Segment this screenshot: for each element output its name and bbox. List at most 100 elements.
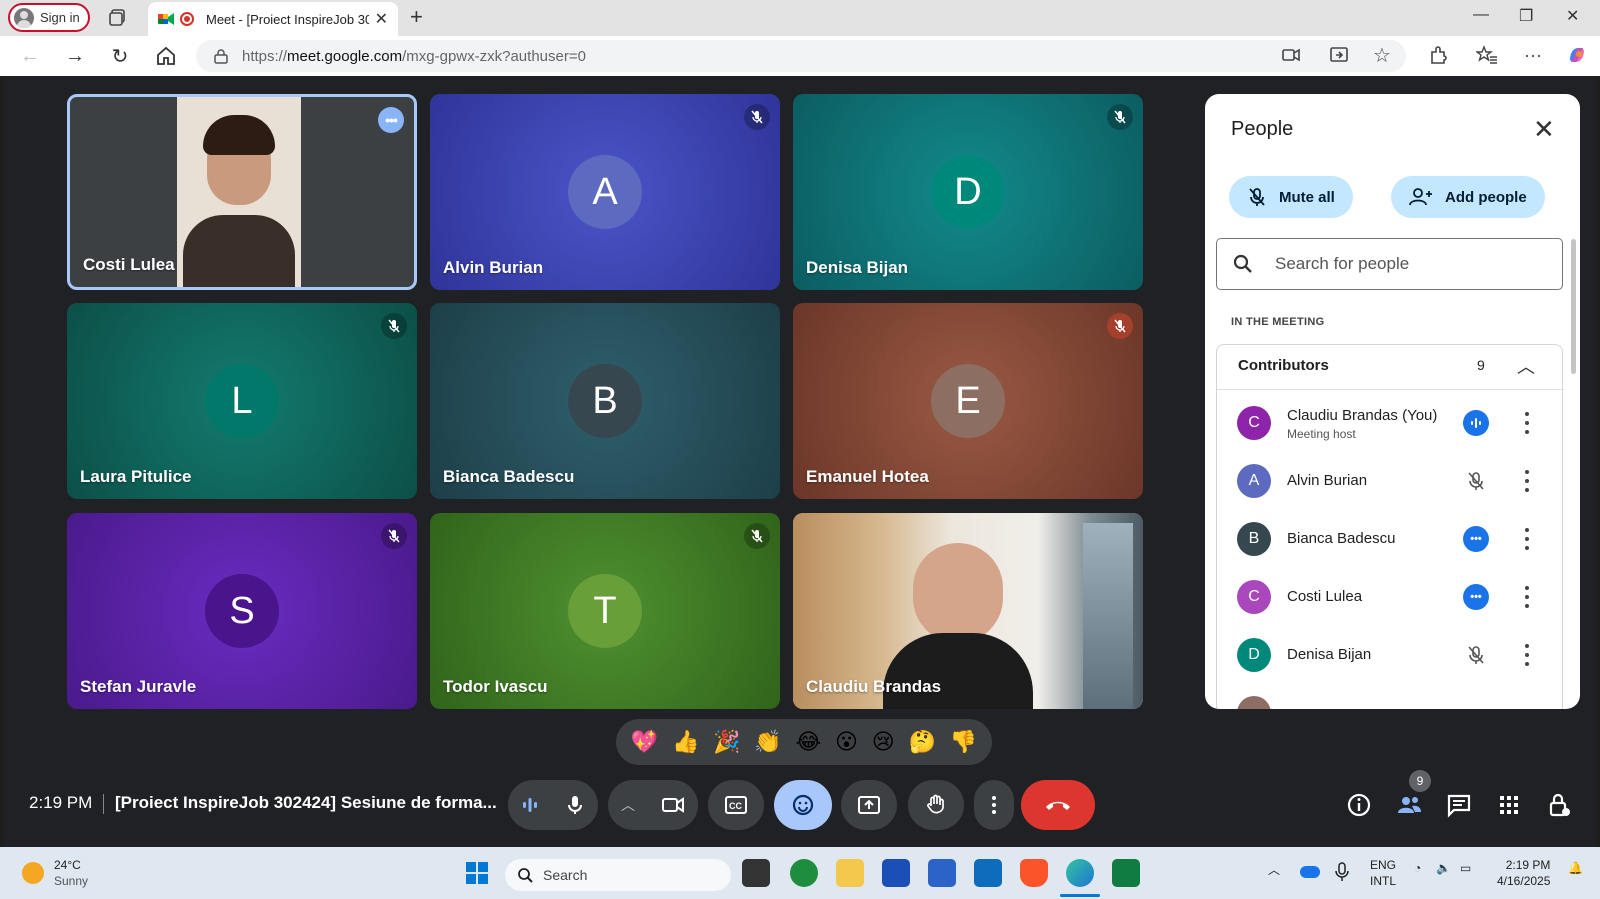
app-shield-icon[interactable] bbox=[790, 859, 818, 887]
participant-tile[interactable]: Claudiu Brandas bbox=[793, 513, 1143, 709]
list-item[interactable]: D Denisa Bijan bbox=[1217, 629, 1564, 681]
raise-hand-button[interactable] bbox=[908, 780, 964, 830]
more-options-icon[interactable] bbox=[1523, 583, 1531, 611]
reaction-party[interactable]: 🎉 bbox=[713, 729, 740, 755]
edge-icon[interactable] bbox=[1066, 859, 1094, 887]
mic-off-icon[interactable] bbox=[1463, 468, 1489, 494]
close-panel-icon[interactable]: ✕ bbox=[1533, 114, 1555, 145]
section-label: IN THE MEETING bbox=[1231, 316, 1325, 328]
more-options-button[interactable] bbox=[974, 780, 1014, 830]
save-app-icon[interactable] bbox=[882, 859, 910, 887]
reaction-thumbs-down[interactable]: 👎 bbox=[950, 729, 977, 755]
battery-icon[interactable]: ▭ bbox=[1460, 861, 1471, 875]
taskbar-search[interactable]: Search bbox=[505, 859, 731, 891]
more-options-icon[interactable] bbox=[1523, 409, 1531, 437]
chevron-up-icon[interactable]: ︿ bbox=[1517, 353, 1535, 379]
more-options-icon[interactable]: ••• bbox=[378, 107, 404, 133]
participant-tile[interactable]: A Alvin Burian bbox=[430, 94, 780, 290]
more-options-icon[interactable] bbox=[1523, 467, 1531, 495]
store-icon[interactable] bbox=[928, 859, 956, 887]
group-label[interactable]: Contributors bbox=[1238, 357, 1329, 374]
chat-icon[interactable] bbox=[1444, 790, 1474, 820]
file-explorer-icon[interactable] bbox=[836, 859, 864, 887]
leave-call-button[interactable] bbox=[1021, 780, 1095, 830]
reaction-laugh[interactable]: 😂 bbox=[796, 729, 822, 755]
participant-tile[interactable]: B Bianca Badescu bbox=[430, 303, 780, 499]
mic-off-icon bbox=[381, 313, 407, 339]
onedrive-icon[interactable] bbox=[1300, 866, 1320, 878]
activities-icon[interactable] bbox=[1494, 790, 1524, 820]
system-clock[interactable]: 2:19 PM 4/16/2025 bbox=[1497, 857, 1550, 889]
chevron-up-icon[interactable]: ︿ bbox=[1268, 861, 1280, 878]
url-field[interactable]: https://meet.google.com/mxg-gpwx-zxk?aut… bbox=[196, 40, 1406, 72]
mic-off-icon[interactable] bbox=[1463, 642, 1489, 668]
reaction-heart[interactable]: 💖 bbox=[631, 729, 658, 755]
weather-widget[interactable]: 24°C Sunny bbox=[22, 857, 88, 889]
add-people-button[interactable]: Add people bbox=[1391, 176, 1545, 218]
extensions-icon[interactable] bbox=[1427, 44, 1449, 66]
reactions-button[interactable] bbox=[774, 780, 832, 830]
new-tab-icon[interactable]: + bbox=[410, 4, 423, 30]
participant-tile[interactable]: S Stefan Juravle bbox=[67, 513, 417, 709]
brave-icon[interactable] bbox=[1020, 859, 1048, 887]
microphone-button[interactable] bbox=[508, 780, 598, 830]
participant-avatar: T bbox=[568, 574, 642, 648]
people-icon[interactable] bbox=[1394, 790, 1424, 820]
lock-icon[interactable] bbox=[214, 48, 228, 64]
workspaces-icon[interactable] bbox=[108, 8, 128, 28]
camera-in-use-icon[interactable] bbox=[1280, 44, 1302, 66]
favorites-icon[interactable] bbox=[1476, 44, 1498, 66]
minimize-icon[interactable]: — bbox=[1473, 6, 1489, 24]
task-view-icon[interactable] bbox=[742, 859, 770, 887]
copilot-icon[interactable] bbox=[1566, 44, 1588, 66]
participant-tile[interactable]: D Denisa Bijan bbox=[793, 94, 1143, 290]
info-icon[interactable] bbox=[1344, 790, 1374, 820]
camera-button[interactable]: ︿ bbox=[608, 780, 698, 830]
participant-tile[interactable]: L Laura Pitulice bbox=[67, 303, 417, 499]
restore-icon[interactable]: ❐ bbox=[1519, 6, 1533, 26]
chevron-up-icon[interactable]: ︿ bbox=[621, 795, 635, 815]
volume-icon[interactable]: 🔈 bbox=[1436, 861, 1451, 875]
mic-tray-icon[interactable] bbox=[1335, 862, 1349, 882]
reaction-thumbs-up[interactable]: 👍 bbox=[672, 729, 699, 755]
notification-icon[interactable]: 🔔 bbox=[1568, 861, 1583, 875]
list-item[interactable] bbox=[1217, 687, 1564, 709]
participant-tile[interactable]: E Emanuel Hotea bbox=[793, 303, 1143, 499]
close-window-icon[interactable]: ✕ bbox=[1566, 6, 1579, 26]
wifi-icon[interactable]: ◔ bbox=[1414, 861, 1421, 875]
list-item[interactable]: C Costi Lulea ••• bbox=[1217, 571, 1564, 623]
more-menu-icon[interactable]: ··· bbox=[1522, 44, 1544, 66]
favorite-star-icon[interactable]: ☆ bbox=[1371, 44, 1393, 67]
group-count: 9 bbox=[1477, 357, 1485, 373]
mute-all-button[interactable]: Mute all bbox=[1229, 176, 1353, 218]
reaction-clap[interactable]: 👏 bbox=[754, 729, 781, 755]
host-controls-icon[interactable] bbox=[1544, 790, 1574, 820]
outlook-icon[interactable] bbox=[974, 859, 1002, 887]
reaction-surprised[interactable]: 😮 bbox=[835, 729, 858, 755]
present-button[interactable] bbox=[841, 780, 897, 830]
participant-tile[interactable]: T Todor Ivascu bbox=[430, 513, 780, 709]
more-options-icon[interactable] bbox=[1523, 641, 1531, 669]
list-item[interactable]: C Claudiu Brandas (You) Meeting host bbox=[1217, 397, 1564, 449]
close-tab-icon[interactable]: ✕ bbox=[375, 9, 388, 29]
scrollbar[interactable] bbox=[1571, 239, 1576, 374]
captions-button[interactable]: CC bbox=[708, 780, 764, 830]
tab-meet[interactable]: Meet - [Proiect InspireJob 30 ✕ bbox=[148, 2, 398, 36]
search-people-input[interactable]: Search for people bbox=[1216, 238, 1563, 290]
participant-tile[interactable]: ••• Costi Lulea bbox=[67, 94, 417, 290]
list-item[interactable]: A Alvin Burian bbox=[1217, 455, 1564, 507]
participant-name: Alvin Burian bbox=[1287, 472, 1368, 489]
excel-icon[interactable] bbox=[1112, 859, 1140, 887]
refresh-icon[interactable]: ↻ bbox=[108, 44, 132, 68]
back-icon[interactable]: ← bbox=[18, 44, 42, 68]
reaction-sad[interactable]: 😢 bbox=[872, 729, 895, 755]
windows-start-icon[interactable] bbox=[463, 859, 491, 887]
sign-in-button[interactable]: Sign in bbox=[8, 3, 90, 32]
home-icon[interactable] bbox=[154, 44, 178, 68]
more-options-icon[interactable] bbox=[1523, 525, 1531, 553]
app-available-icon[interactable] bbox=[1328, 44, 1350, 66]
list-item[interactable]: B Bianca Badescu ••• bbox=[1217, 513, 1564, 565]
forward-icon[interactable]: → bbox=[63, 44, 87, 68]
reaction-thinking[interactable]: 🤔 bbox=[908, 729, 935, 755]
language-indicator[interactable]: ENG INTL bbox=[1370, 857, 1396, 889]
